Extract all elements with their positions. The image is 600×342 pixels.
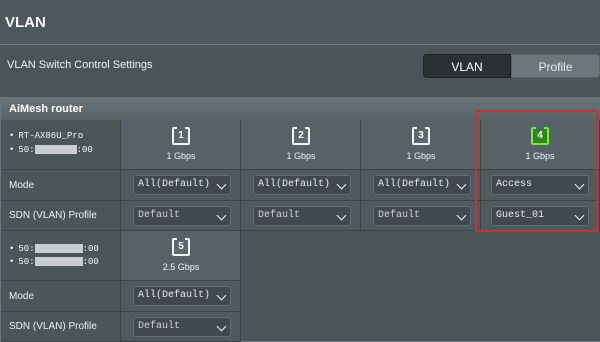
port-5-header: 5 2.5 Gbps: [121, 231, 241, 281]
port-2-mode-select[interactable]: All(Default): [253, 175, 351, 195]
port-4-header: 4 1 Gbps: [481, 120, 600, 170]
port-1-header: 1 1 Gbps: [121, 120, 241, 170]
sdn-row-label-cell: SDN (VLAN) Profile: [1, 201, 121, 231]
port-4-mode-select[interactable]: Access: [491, 175, 589, 195]
chevron-down-icon: [216, 179, 227, 190]
chevron-down-icon: [574, 179, 585, 190]
port-4-profile-select[interactable]: Guest_01: [491, 206, 589, 226]
router1-mac-line: • 50::00: [9, 145, 93, 155]
port-1-speed: 1 Gbps: [166, 151, 196, 161]
chevron-down-icon: [456, 210, 467, 221]
port-3-profile-select[interactable]: Default: [373, 206, 471, 226]
port-2-header: 2 1 Gbps: [241, 120, 361, 170]
port-3-profile-cell: Default: [361, 201, 481, 231]
port-2-speed: 1 Gbps: [286, 151, 316, 161]
port-5-mode-cell: All(Default): [121, 281, 241, 312]
aimesh-router-header: AiMesh router: [1, 98, 600, 120]
port-3-mode-cell: All(Default): [361, 170, 481, 201]
ethernet-port-icon: 5: [172, 238, 190, 256]
port-4-mode-cell: Access: [481, 170, 600, 201]
port-5-profile-select[interactable]: Default: [133, 317, 231, 337]
sdn-profile-label: SDN (VLAN) Profile: [9, 210, 97, 221]
router2-mac1-redacted: [34, 244, 83, 254]
mode-label: Mode: [9, 291, 35, 302]
vlan-switch-settings-label: VLAN Switch Control Settings: [7, 59, 153, 71]
port-2-mode-cell: All(Default): [241, 170, 361, 201]
router2-mac2-line: • 50::00: [9, 257, 99, 267]
mode-row-label-cell: Mode: [1, 170, 121, 201]
port-4-profile-cell: Guest_01: [481, 201, 600, 231]
port-1-profile-cell: Default: [121, 201, 241, 231]
ethernet-port-icon: 3: [412, 127, 430, 145]
port-3-mode-select[interactable]: All(Default): [373, 175, 471, 195]
ethernet-port-icon: 2: [292, 127, 310, 145]
router1-model-line: • RT-AX86U_Pro: [9, 131, 84, 141]
router2-mac1-line: • 50::00: [9, 244, 99, 254]
title-divider: [0, 44, 600, 45]
router2-mac2-redacted: [34, 257, 83, 267]
router1-info: • RT-AX86U_Pro • 50::00: [1, 120, 121, 170]
mode-label: Mode: [9, 180, 35, 191]
port-3-speed: 1 Gbps: [406, 151, 436, 161]
ethernet-port-icon-active: 4: [531, 127, 549, 145]
chevron-down-icon: [456, 179, 467, 190]
port-4-speed: 1 Gbps: [525, 151, 555, 161]
port-1-profile-select[interactable]: Default: [133, 206, 231, 226]
tab-profile[interactable]: Profile: [511, 54, 600, 78]
router2-info: • 50::00 • 50::00: [1, 231, 121, 281]
port-5-profile-cell: Default: [121, 312, 241, 342]
sdn-profile-label: SDN (VLAN) Profile: [9, 321, 97, 332]
page-title: VLAN: [0, 0, 600, 44]
port-5-speed: 2.5 Gbps: [162, 262, 200, 272]
mode-row2-label-cell: Mode: [1, 281, 121, 312]
router1-model: RT-AX86U_Pro: [18, 131, 84, 141]
chevron-down-icon: [336, 179, 347, 190]
chevron-down-icon: [216, 290, 227, 301]
chevron-down-icon: [216, 210, 227, 221]
router1-mac-redacted: [34, 145, 77, 155]
tab-vlan[interactable]: VLAN: [423, 54, 511, 78]
port-5-mode-select[interactable]: All(Default): [133, 286, 231, 306]
port-1-mode-select[interactable]: All(Default): [133, 175, 231, 195]
chevron-down-icon: [574, 210, 585, 221]
chevron-down-icon: [336, 210, 347, 221]
port-2-profile-cell: Default: [241, 201, 361, 231]
port-2-profile-select[interactable]: Default: [253, 206, 351, 226]
chevron-down-icon: [216, 321, 227, 332]
sdn-row2-label-cell: SDN (VLAN) Profile: [1, 312, 121, 342]
port-1-mode-cell: All(Default): [121, 170, 241, 201]
port-3-header: 3 1 Gbps: [361, 120, 481, 170]
ethernet-port-icon: 1: [172, 127, 190, 145]
